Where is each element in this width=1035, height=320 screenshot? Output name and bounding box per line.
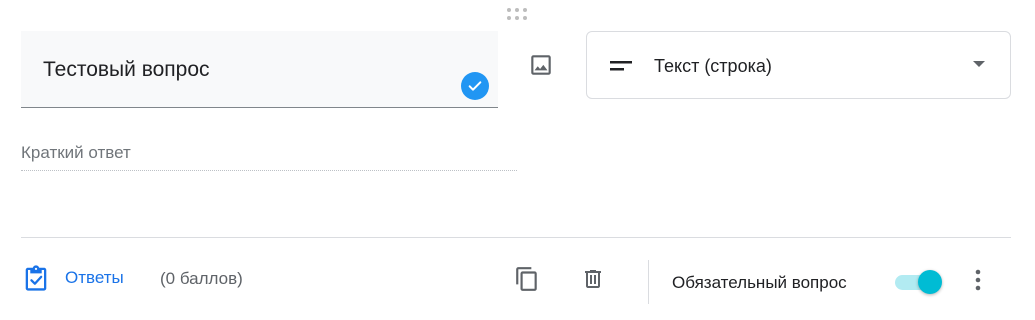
more-vert-icon — [975, 269, 981, 291]
answer-key-icon — [25, 265, 47, 291]
check-circle-icon — [461, 72, 489, 100]
short-answer-placeholder: Краткий ответ — [21, 143, 131, 162]
question-type-dropdown[interactable]: Текст (строка) — [586, 31, 1011, 99]
add-image-button[interactable] — [528, 52, 554, 78]
delete-button[interactable] — [576, 262, 610, 296]
points-value: (0 баллов) — [160, 269, 243, 288]
footer-separator — [648, 260, 649, 304]
more-options-button[interactable] — [965, 265, 991, 295]
footer-divider — [21, 237, 1011, 238]
required-toggle[interactable] — [893, 268, 943, 296]
short-text-icon — [610, 61, 632, 71]
required-label: Обязательный вопрос — [672, 273, 847, 292]
question-type-label: Текст (строка) — [654, 56, 772, 76]
copy-icon — [516, 267, 537, 291]
dropdown-arrow-icon — [973, 61, 985, 67]
delete-icon — [585, 270, 601, 288]
duplicate-button[interactable] — [510, 262, 544, 296]
answer-key-label: Ответы — [65, 268, 124, 287]
short-answer-field: Краткий ответ — [21, 140, 517, 171]
question-title-field[interactable]: Тестовый вопрос — [21, 31, 498, 108]
toggle-thumb — [918, 270, 942, 294]
question-title-text: Тестовый вопрос — [43, 58, 210, 81]
image-icon — [531, 55, 551, 75]
drag-handle-icon[interactable] — [507, 8, 529, 22]
answer-key-button[interactable]: Ответы — [22, 262, 124, 294]
